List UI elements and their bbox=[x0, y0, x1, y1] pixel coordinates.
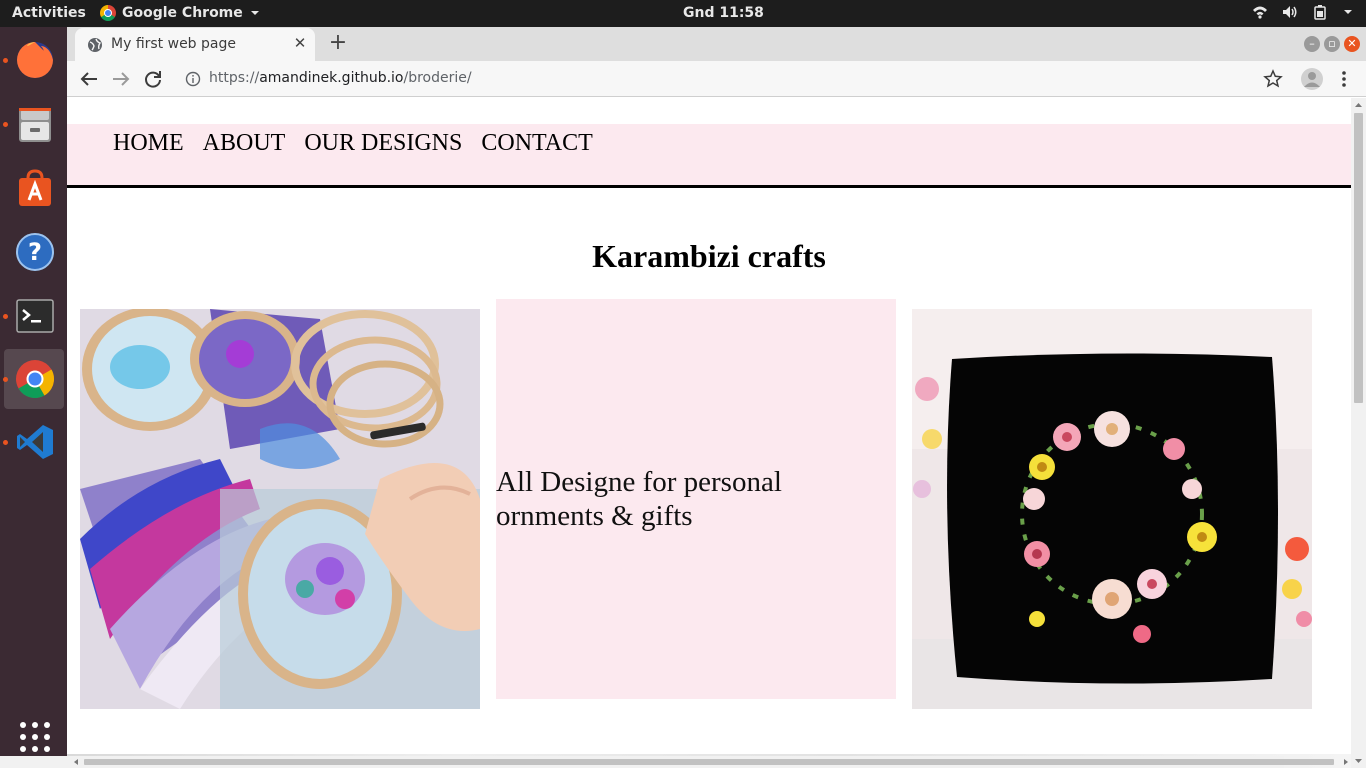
person-icon bbox=[1304, 72, 1320, 87]
dock: ? bbox=[0, 27, 67, 768]
app-grid-icon bbox=[20, 722, 50, 752]
svg-text:?: ? bbox=[28, 238, 42, 266]
dock-firefox[interactable] bbox=[3, 30, 64, 90]
tab-strip: My first web page ✕ + – ▫ ✕ bbox=[67, 27, 1366, 61]
running-indicator bbox=[3, 314, 8, 319]
browser-toolbar: https://amandinek.github.io/broderie/ bbox=[67, 61, 1366, 97]
app-menu-label: Google Chrome bbox=[122, 5, 243, 21]
running-indicator bbox=[3, 440, 8, 445]
nav-link-contact[interactable]: CONTACT bbox=[481, 130, 592, 157]
profile-avatar[interactable] bbox=[1301, 68, 1323, 90]
running-indicator bbox=[3, 58, 8, 63]
scroll-left-icon[interactable] bbox=[70, 756, 82, 768]
horizontal-scrollbar[interactable] bbox=[0, 756, 1348, 768]
tab-title: My first web page bbox=[111, 36, 236, 52]
dock-help[interactable]: ? bbox=[4, 222, 64, 282]
new-tab-button[interactable]: + bbox=[327, 32, 349, 54]
firefox-icon bbox=[17, 42, 53, 78]
tagline-text: All Designe for personal ornments & gift… bbox=[496, 466, 782, 532]
terminal-icon bbox=[16, 299, 54, 333]
globe-icon bbox=[88, 38, 102, 52]
file-cabinet-icon bbox=[19, 108, 51, 142]
vscode-icon bbox=[17, 425, 53, 459]
info-icon[interactable] bbox=[185, 71, 201, 87]
back-arrow-icon[interactable] bbox=[77, 67, 101, 91]
close-tab-icon[interactable]: ✕ bbox=[291, 34, 309, 52]
reload-icon[interactable] bbox=[141, 67, 165, 91]
battery-icon[interactable] bbox=[1312, 4, 1328, 20]
page-viewport: HOME ABOUT OUR DESIGNS CONTACT Karambizi… bbox=[67, 98, 1351, 768]
url-host: amandinek.github.io bbox=[259, 70, 404, 86]
software-store-icon bbox=[19, 169, 51, 206]
vertical-scrollbar[interactable] bbox=[1351, 98, 1366, 768]
site-navigation: HOME ABOUT OUR DESIGNS CONTACT bbox=[67, 124, 1351, 188]
wifi-icon[interactable] bbox=[1252, 4, 1268, 20]
dock-files[interactable] bbox=[3, 94, 64, 154]
system-menu-chevron-icon[interactable] bbox=[1342, 6, 1354, 18]
dock-chrome[interactable] bbox=[3, 349, 64, 409]
address-bar[interactable]: https://amandinek.github.io/broderie/ bbox=[177, 65, 1327, 93]
running-indicator bbox=[3, 377, 8, 382]
maximize-icon[interactable]: ▫ bbox=[1324, 36, 1340, 52]
url-text[interactable]: https://amandinek.github.io/broderie/ bbox=[209, 70, 472, 86]
nav-link-home[interactable]: HOME bbox=[113, 130, 184, 157]
dock-terminal[interactable] bbox=[3, 286, 64, 346]
browser-window: My first web page ✕ + – ▫ ✕ https://aman… bbox=[67, 27, 1366, 768]
page-title: Karambizi crafts bbox=[592, 238, 826, 274]
app-menu[interactable]: Google Chrome bbox=[100, 5, 261, 21]
system-tray[interactable] bbox=[1252, 4, 1354, 20]
url-scheme: https:// bbox=[209, 70, 260, 86]
embroidery-supplies-image bbox=[80, 309, 480, 709]
chrome-icon bbox=[100, 5, 116, 21]
minimize-icon[interactable]: – bbox=[1304, 36, 1320, 52]
close-window-icon[interactable]: ✕ bbox=[1344, 36, 1360, 52]
forward-arrow-icon[interactable] bbox=[109, 67, 133, 91]
horizontal-scroll-thumb[interactable] bbox=[84, 759, 1334, 765]
nav-link-about[interactable]: ABOUT bbox=[203, 130, 286, 157]
bookmark-star-icon[interactable] bbox=[1263, 69, 1283, 89]
tagline-panel: All Designe for personal ornments & gift… bbox=[496, 299, 896, 699]
dock-vscode[interactable] bbox=[3, 412, 64, 472]
volume-icon[interactable] bbox=[1282, 4, 1298, 20]
embroidered-pillow-image bbox=[912, 309, 1312, 709]
dock-software[interactable] bbox=[4, 158, 64, 218]
scroll-up-icon[interactable] bbox=[1351, 100, 1366, 110]
chevron-down-icon bbox=[250, 11, 259, 15]
system-top-bar: Activities Google Chrome Gnd 11:58 bbox=[0, 0, 1366, 27]
tab-active[interactable]: My first web page ✕ bbox=[75, 28, 315, 61]
scroll-down-icon[interactable] bbox=[1351, 756, 1366, 766]
help-icon: ? bbox=[16, 233, 54, 271]
activities-button[interactable]: Activities bbox=[12, 5, 86, 21]
chrome-icon bbox=[16, 360, 55, 399]
url-path: /broderie/ bbox=[403, 70, 472, 86]
nav-link-our-designs[interactable]: OUR DESIGNS bbox=[304, 130, 462, 157]
scroll-right-icon[interactable] bbox=[1340, 756, 1352, 768]
vertical-scroll-thumb[interactable] bbox=[1354, 113, 1363, 403]
running-indicator bbox=[3, 122, 8, 127]
clock[interactable]: Gnd 11:58 bbox=[683, 5, 764, 21]
more-menu-icon[interactable] bbox=[1337, 69, 1351, 89]
